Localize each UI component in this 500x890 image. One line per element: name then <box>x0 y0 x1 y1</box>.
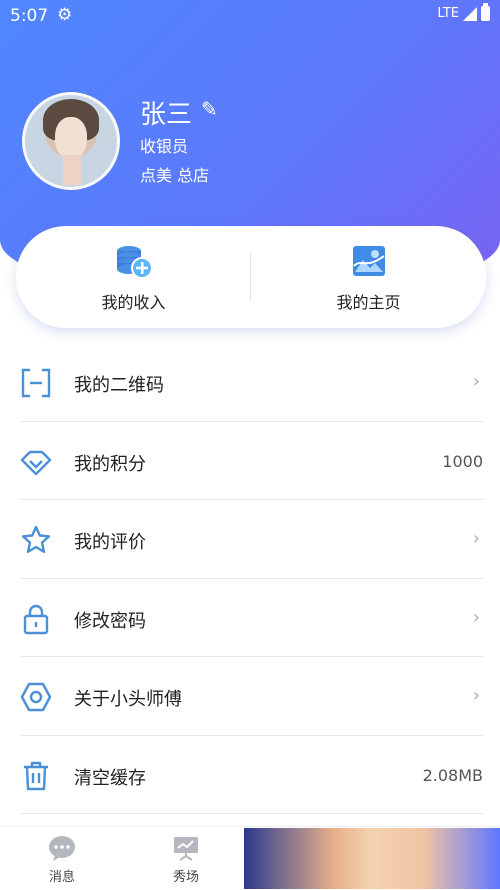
menu-label: 清空缓存 <box>74 767 146 789</box>
points-value: 1000 <box>442 451 483 471</box>
my-homepage-button[interactable]: 我的主页 <box>251 226 486 328</box>
user-role: 收银员 <box>140 137 189 156</box>
star-icon <box>20 524 52 556</box>
coins-add-icon <box>115 244 153 284</box>
my-income-label: 我的收入 <box>101 293 166 312</box>
menu-item-reviews[interactable]: 我的评价 › <box>0 500 500 579</box>
my-income-button[interactable]: 我的收入 <box>16 226 251 328</box>
gear-icon: ⚙ <box>57 5 73 25</box>
chevron-right-icon: › <box>472 685 480 706</box>
my-homepage-label: 我的主页 <box>336 293 401 312</box>
landscape-image-icon <box>351 244 387 282</box>
edit-name-icon[interactable]: ✎ <box>201 97 218 121</box>
qr-scan-icon <box>20 367 52 399</box>
chevron-right-icon: › <box>472 528 480 549</box>
diamond-icon <box>20 446 52 478</box>
tab-label: 秀场 <box>172 870 199 885</box>
avatar[interactable] <box>22 92 120 190</box>
chevron-right-icon: › <box>472 371 480 392</box>
tab-showcase[interactable]: 秀场 <box>124 827 248 890</box>
menu-label: 我的二维码 <box>74 375 164 396</box>
menu-label: 我的积分 <box>74 453 146 475</box>
quick-actions-card: 我的收入 我的主页 <box>16 226 486 328</box>
menu-item-points[interactable]: 我的积分 1000 <box>0 422 500 500</box>
user-store: 点美 总店 <box>140 166 210 185</box>
menu-item-clear-cache[interactable]: 清空缓存 2.08MB <box>0 736 500 814</box>
hexagon-icon <box>20 681 52 713</box>
chevron-right-icon: › <box>472 606 480 628</box>
tab-label: 消息 <box>48 870 75 885</box>
settings-menu: 我的二维码 › 我的积分 1000 我的评价 › 修改密码 › 关于小头师傅 ›… <box>0 343 500 814</box>
battery-icon <box>481 3 490 21</box>
lock-icon <box>20 603 52 635</box>
status-bar: 5:07 ⚙ LTE <box>0 0 500 32</box>
status-time: 5:07 <box>10 6 49 26</box>
user-name: 张三 <box>140 100 193 130</box>
presentation-icon <box>172 835 200 865</box>
promo-banner <box>244 828 500 889</box>
network-label: LTE <box>437 6 459 21</box>
trash-icon <box>20 760 52 792</box>
menu-label: 修改密码 <box>74 610 146 632</box>
cache-size-value: 2.08MB <box>422 765 483 785</box>
menu-item-change-password[interactable]: 修改密码 › <box>0 579 500 657</box>
menu-item-qr-code[interactable]: 我的二维码 › <box>0 343 500 422</box>
menu-item-about[interactable]: 关于小头师傅 › <box>0 657 500 736</box>
tab-messages[interactable]: 消息 <box>0 827 124 890</box>
menu-label: 我的评价 <box>74 532 146 553</box>
menu-label: 关于小头师傅 <box>74 689 182 710</box>
chat-bubble-icon <box>48 835 76 865</box>
signal-icon <box>463 6 477 21</box>
